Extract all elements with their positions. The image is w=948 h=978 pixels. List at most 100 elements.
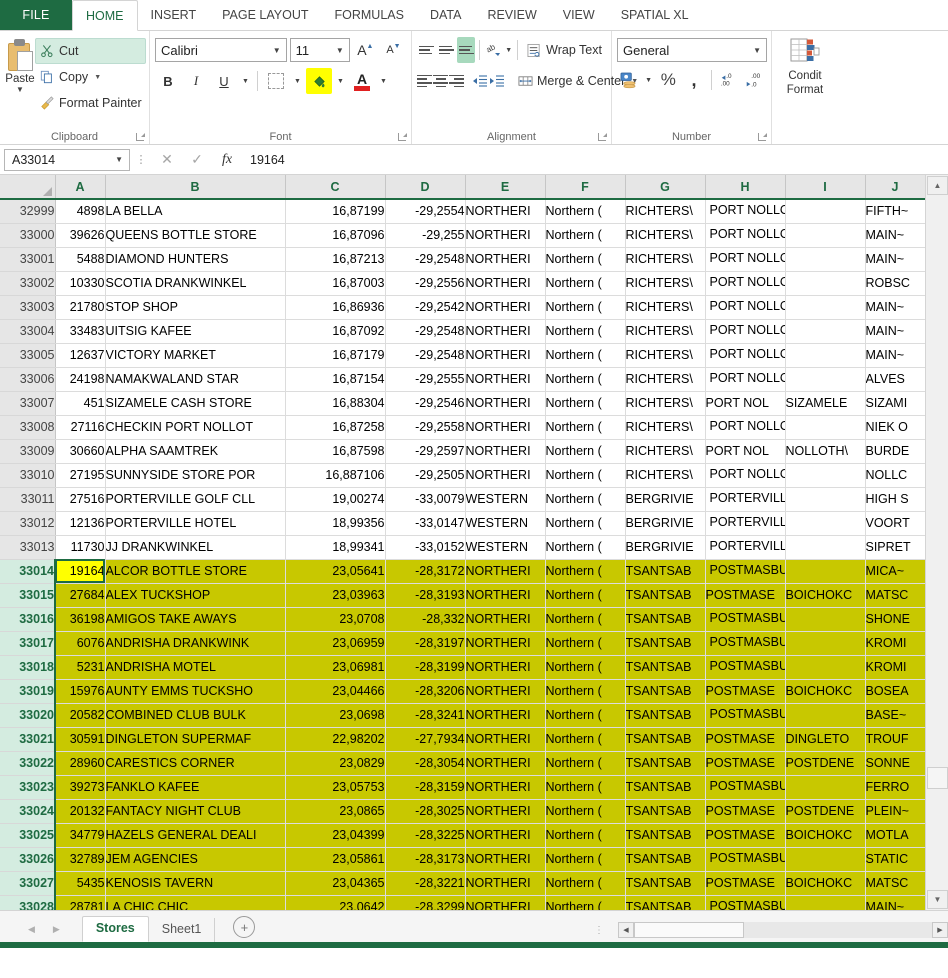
table-row[interactable]: 3301212136PORTERVILLE HOTEL18,99356-33,0… [0,511,925,535]
table-row[interactable]: 330176076ANDRISHA DRANKWINK23,06959-28,3… [0,631,925,655]
cell-h33001[interactable]: PORT NOLLOTH [705,247,785,271]
row-header[interactable]: 33027 [0,871,55,895]
cell-i33017[interactable] [785,631,865,655]
cell-a33017[interactable]: 6076 [55,631,105,655]
cell-g32999[interactable]: RICHTERS\ [625,199,705,223]
cut-button[interactable]: Cut [35,38,146,64]
row-header[interactable]: 33016 [0,607,55,631]
cell-d33011[interactable]: -33,0079 [385,487,465,511]
font-dialog-launcher[interactable] [398,133,407,142]
cell-f33020[interactable]: Northern ( [545,703,625,727]
cell-f33012[interactable]: Northern ( [545,511,625,535]
horizontal-scrollbar[interactable]: ◀ ▶ [618,922,948,938]
cell-j33005[interactable]: MAIN~ [865,343,925,367]
cell-c33016[interactable]: 23,0708 [285,607,385,631]
font-color-dropdown[interactable]: ▼ [377,68,390,94]
cell-c33001[interactable]: 16,87213 [285,247,385,271]
cell-b33019[interactable]: AUNTY EMMS TUCKSHO [105,679,285,703]
underline-dropdown[interactable]: ▼ [239,68,252,94]
cell-a33028[interactable]: 28781 [55,895,105,910]
accounting-dropdown[interactable]: ▼ [643,67,655,93]
fill-color-button[interactable] [306,68,332,94]
cell-e33004[interactable]: NORTHERI [465,319,545,343]
cell-b33016[interactable]: AMIGOS TAKE AWAYS [105,607,285,631]
row-header[interactable]: 33006 [0,367,55,391]
vertical-scroll-thumb[interactable] [927,767,948,789]
cell-e33005[interactable]: NORTHERI [465,343,545,367]
cell-j33023[interactable]: FERRO [865,775,925,799]
cell-j33002[interactable]: ROBSC [865,271,925,295]
increase-font-size-button[interactable]: A ▲ [353,37,378,63]
cell-f33005[interactable]: Northern ( [545,343,625,367]
cell-h33023[interactable]: POSTMASBURG [705,775,785,799]
cell-c33008[interactable]: 16,87258 [285,415,385,439]
row-header[interactable]: 33002 [0,271,55,295]
cell-c33004[interactable]: 16,87092 [285,319,385,343]
cell-g33012[interactable]: BERGRIVIE [625,511,705,535]
cell-b33009[interactable]: ALPHA SAAMTREK [105,439,285,463]
cell-i33023[interactable] [785,775,865,799]
horizontal-scroll-thumb[interactable] [634,922,744,938]
row-header[interactable]: 33008 [0,415,55,439]
align-middle-button[interactable] [437,37,456,63]
cell-e33008[interactable]: NORTHERI [465,415,545,439]
cell-e33015[interactable]: NORTHERI [465,583,545,607]
cell-h33020[interactable]: POSTMASBURG [705,703,785,727]
row-header[interactable]: 33026 [0,847,55,871]
number-format-combo[interactable]: General ▼ [617,38,767,62]
wrap-text-button[interactable]: Wrap Text [522,37,606,63]
cell-c33002[interactable]: 16,87003 [285,271,385,295]
cell-f33025[interactable]: Northern ( [545,823,625,847]
cell-b33015[interactable]: ALEX TUCKSHOP [105,583,285,607]
cell-j33001[interactable]: MAIN~ [865,247,925,271]
cell-j33007[interactable]: SIZAMI [865,391,925,415]
font-color-button[interactable]: A [349,68,375,94]
cell-b33013[interactable]: JJ DRANKWINKEL [105,535,285,559]
cell-d33026[interactable]: -28,3173 [385,847,465,871]
align-right-button[interactable] [449,68,464,94]
cell-b33022[interactable]: CARESTICS CORNER [105,751,285,775]
row-header[interactable]: 33019 [0,679,55,703]
cell-h33002[interactable]: PORT NOLLOTH [705,271,785,295]
cell-d33013[interactable]: -33,0152 [385,535,465,559]
paste-button[interactable]: Paste ▼ [5,36,35,124]
table-row[interactable]: 3302534779HAZELS GENERAL DEALI23,04399-2… [0,823,925,847]
cell-g33007[interactable]: RICHTERS\ [625,391,705,415]
row-header[interactable]: 33013 [0,535,55,559]
row-header[interactable]: 33005 [0,343,55,367]
cell-j33011[interactable]: HIGH S [865,487,925,511]
column-header-g[interactable]: G [625,175,705,199]
align-top-button[interactable] [417,37,436,63]
table-row[interactable]: 3302020582COMBINED CLUB BULK23,0698-28,3… [0,703,925,727]
cell-f33011[interactable]: Northern ( [545,487,625,511]
cell-h33016[interactable]: POSTMASBURG [705,607,785,631]
row-header[interactable]: 33020 [0,703,55,727]
cell-i32999[interactable] [785,199,865,223]
cell-c32999[interactable]: 16,87199 [285,199,385,223]
sheet-tab-sheet1[interactable]: Sheet1 [149,918,216,942]
scroll-up-button[interactable]: ▲ [927,176,948,195]
cell-j33004[interactable]: MAIN~ [865,319,925,343]
cell-g33023[interactable]: TSANTSAB [625,775,705,799]
cell-b33026[interactable]: JEM AGENCIES [105,847,285,871]
cell-i33003[interactable] [785,295,865,319]
cell-h33022[interactable]: POSTMASE [705,751,785,775]
cell-i33028[interactable] [785,895,865,910]
cell-a33008[interactable]: 27116 [55,415,105,439]
chevron-down-icon[interactable]: ▼ [273,46,281,55]
table-row[interactable]: 3300321780STOP SHOP16,86936-29,2542NORTH… [0,295,925,319]
cell-f33017[interactable]: Northern ( [545,631,625,655]
row-header[interactable]: 33011 [0,487,55,511]
table-row[interactable]: 3302228960CARESTICS CORNER23,0829-28,305… [0,751,925,775]
cell-c33026[interactable]: 23,05861 [285,847,385,871]
cell-d33028[interactable]: -28,3299 [385,895,465,910]
borders-dropdown[interactable]: ▼ [291,68,304,94]
cell-a33010[interactable]: 27195 [55,463,105,487]
cell-e33028[interactable]: NORTHERI [465,895,545,910]
cell-c33023[interactable]: 23,05753 [285,775,385,799]
cell-h33025[interactable]: POSTMASE [705,823,785,847]
row-header[interactable]: 33010 [0,463,55,487]
cell-i33004[interactable] [785,319,865,343]
column-header-d[interactable]: D [385,175,465,199]
cell-a33011[interactable]: 27516 [55,487,105,511]
